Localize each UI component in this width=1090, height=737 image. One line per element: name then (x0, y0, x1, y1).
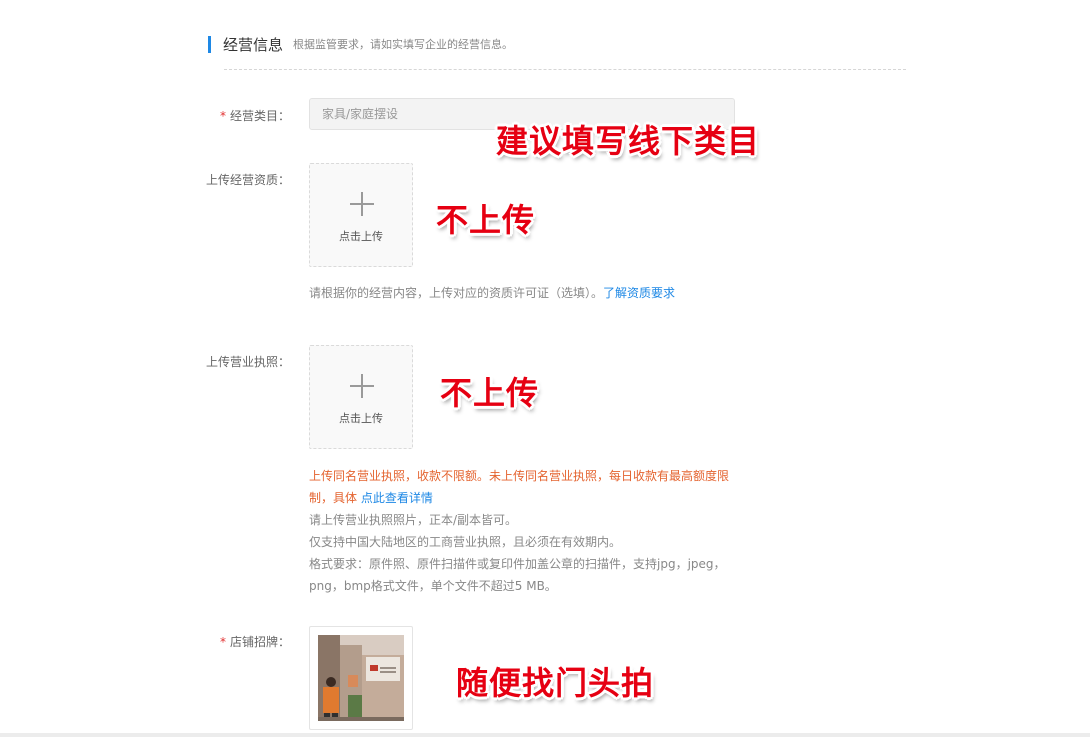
required-mark: * (219, 635, 226, 649)
required-mark: * (219, 109, 226, 123)
storefront-photo-image (318, 635, 404, 721)
section-description: 根据监管要求，请如实填写企业的经营信息。 (293, 38, 514, 51)
qualification-hint: 请根据你的经营内容，上传对应的资质许可证（选填）。了解资质要求 (309, 282, 675, 304)
qualification-upload-button[interactable]: 点击上传 (309, 163, 413, 267)
upload-text: 点击上传 (339, 412, 383, 425)
qualification-requirements-link[interactable]: 了解资质要求 (603, 286, 675, 300)
license-details-link[interactable]: 点此查看详情 (361, 491, 433, 505)
business-category-label-text: 经营类目： (229, 109, 290, 123)
license-hint-line4: png，bmp格式文件，单个文件不超过5 MB。 (309, 579, 557, 593)
storefront-label: * 店铺招牌： (202, 633, 290, 650)
upload-text: 点击上传 (339, 230, 383, 243)
qualification-label: 上传经营资质： (205, 173, 290, 187)
license-upload-button[interactable]: 点击上传 (309, 345, 413, 449)
license-warning-line1: 上传同名营业执照，收款不限额。未上传同名营业执照，每日收款有最高额度限 (309, 469, 730, 483)
qualification-hint-text: 请根据你的经营内容，上传对应的资质许可证（选填）。 (309, 286, 604, 300)
section-header: 经营信息 根据监管要求，请如实填写企业的经营信息。 (208, 34, 513, 54)
storefront-label-text: 店铺招牌： (229, 635, 290, 649)
license-hint-line3: 格式要求：原件照、原件扫描件或复印件加盖公章的扫描件，支持jpg，jpeg， (309, 557, 726, 571)
license-label: 上传营业执照： (205, 355, 290, 369)
annotation-category-note: 建议填写线下类目 (496, 122, 761, 160)
storefront-photo (318, 635, 404, 721)
section-divider (224, 69, 906, 70)
license-warning-line2: 制，具体 点此查看详情 (309, 487, 749, 509)
license-hint-line1: 请上传营业执照照片，正本/副本皆可。 (309, 513, 518, 527)
license-hint-block: 上传同名营业执照，收款不限额。未上传同名营业执照，每日收款有最高额度限 制，具体… (309, 465, 749, 597)
annotation-license-note: 不上传 (440, 374, 540, 412)
page-bottom-edge (0, 733, 1090, 737)
plus-icon (350, 374, 374, 398)
section-accent-bar (208, 35, 211, 53)
business-category-label: * 经营类目： (202, 107, 290, 124)
license-warning-text: 制，具体 (309, 491, 358, 505)
annotation-qualification-note: 不上传 (436, 201, 536, 239)
license-hint-line2: 仅支持中国大陆地区的工商营业执照，且必须在有效期内。 (309, 535, 622, 549)
plus-icon (350, 192, 374, 216)
section-title: 经营信息 (223, 35, 284, 54)
storefront-photo-thumbnail[interactable] (309, 626, 413, 730)
annotation-storefront-note: 随便找门头拍 (456, 664, 655, 702)
